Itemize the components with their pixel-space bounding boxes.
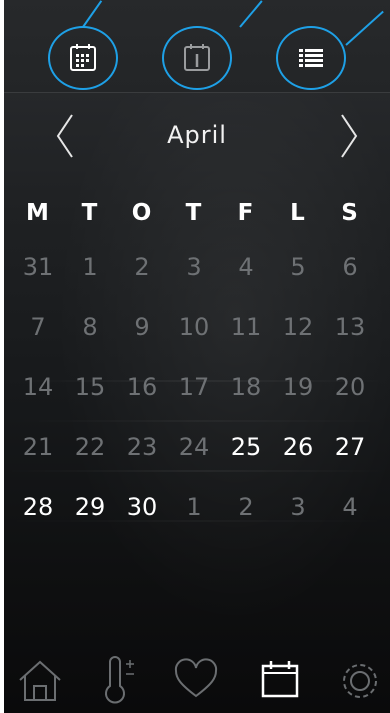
day-calendar-icon <box>184 44 210 71</box>
chevron-right-icon <box>341 114 358 158</box>
weekday-label: O <box>131 200 153 226</box>
day-view-button[interactable] <box>162 26 232 90</box>
settings-gear-icon <box>343 664 377 698</box>
calendar-day-cell[interactable]: 24 <box>168 427 220 467</box>
calendar-day-cell[interactable]: 4 <box>324 487 376 527</box>
thermometer-icon <box>105 656 134 704</box>
calendar-day-cell[interactable]: 18 <box>220 367 272 407</box>
view-selector-bar <box>4 0 390 93</box>
calendar-day-cell[interactable]: 25 <box>220 427 272 467</box>
weekday-header: M T O T F L S <box>4 200 390 236</box>
calendar-day-cell[interactable]: 9 <box>116 307 168 347</box>
month-view-button[interactable] <box>48 26 118 90</box>
favorites-button[interactable] <box>170 654 222 706</box>
calendar-day-cell[interactable]: 23 <box>116 427 168 467</box>
calendar-day-cell[interactable]: 21 <box>12 427 64 467</box>
home-button[interactable] <box>14 654 66 706</box>
calendar-day-cell[interactable]: 3 <box>168 247 220 287</box>
list-icon <box>299 49 323 67</box>
calendar-day-cell[interactable]: 2 <box>220 487 272 527</box>
calendar-day-cell[interactable]: 1 <box>64 247 116 287</box>
settings-button[interactable] <box>334 654 386 706</box>
calendar-day-cell[interactable]: 26 <box>272 427 324 467</box>
bottom-navigation <box>4 648 390 713</box>
calendar-day-cell[interactable]: 17 <box>168 367 220 407</box>
calendar-day-cell[interactable]: 28 <box>12 487 64 527</box>
calendar-icon <box>261 661 299 698</box>
list-view-button[interactable] <box>276 26 346 90</box>
calendar-day-cell[interactable]: 1 <box>168 487 220 527</box>
weekday-label: M <box>26 200 50 226</box>
calendar-day-cell[interactable]: 8 <box>64 307 116 347</box>
calendar-day-cell[interactable]: 30 <box>116 487 168 527</box>
calendar-day-cell[interactable]: 29 <box>64 487 116 527</box>
background-wave <box>4 470 390 472</box>
weekday-label: S <box>341 200 359 226</box>
calendar-day-cell[interactable]: 27 <box>324 427 376 467</box>
month-grid-calendar-icon <box>70 44 96 71</box>
calendar-day-cell[interactable]: 31 <box>12 247 64 287</box>
calendar-day-cell[interactable]: 13 <box>324 307 376 347</box>
next-month-button[interactable] <box>324 105 374 167</box>
calendar-day-cell[interactable]: 16 <box>116 367 168 407</box>
month-navigation: April <box>4 105 390 167</box>
background-wave <box>4 420 390 422</box>
weekday-label: T <box>81 200 99 226</box>
home-icon <box>19 660 61 701</box>
weekday-label: T <box>185 200 203 226</box>
calendar-day-cell[interactable]: 22 <box>64 427 116 467</box>
weekday-label: L <box>290 200 306 226</box>
calendar-day-cell[interactable]: 6 <box>324 247 376 287</box>
calendar-day-cell[interactable]: 10 <box>168 307 220 347</box>
calendar-day-cell[interactable]: 11 <box>220 307 272 347</box>
calendar-day-cell[interactable]: 2 <box>116 247 168 287</box>
calendar-day-cell[interactable]: 20 <box>324 367 376 407</box>
calendar-day-cell[interactable]: 14 <box>12 367 64 407</box>
calendar-day-cell[interactable]: 3 <box>272 487 324 527</box>
calendar-day-cell[interactable]: 12 <box>272 307 324 347</box>
temperature-button[interactable] <box>90 654 142 706</box>
heart-icon <box>174 658 218 698</box>
calendar-day-cell[interactable]: 4 <box>220 247 272 287</box>
calendar-screen: April M T O T F L S 31 1 2 3 4 5 6 7 8 9 10 11 12 13 1… <box>4 0 390 713</box>
calendar-day-cell[interactable]: 5 <box>272 247 324 287</box>
calendar-day-cell[interactable]: 15 <box>64 367 116 407</box>
weekday-label: F <box>237 200 255 226</box>
calendar-day-cell[interactable]: 19 <box>272 367 324 407</box>
calendar-day-cell[interactable]: 7 <box>12 307 64 347</box>
calendar-button[interactable] <box>254 654 306 706</box>
